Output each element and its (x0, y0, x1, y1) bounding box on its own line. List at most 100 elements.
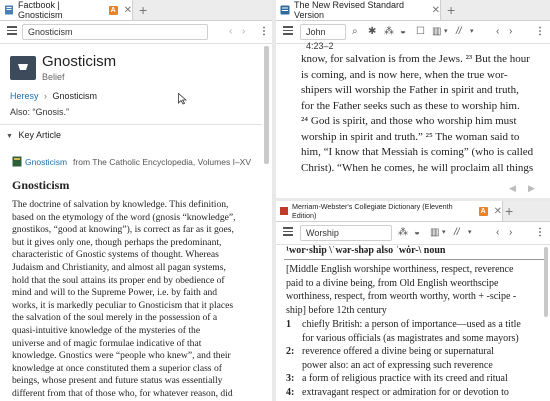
book-columns-icon[interactable]: ▥ (432, 26, 441, 38)
parallel-icon[interactable]: // (456, 26, 462, 38)
new-tab-plus-icon[interactable]: + (505, 203, 513, 219)
definition-number (286, 359, 302, 373)
more-options-icon[interactable]: ⋮ (259, 26, 269, 38)
bible-tab[interactable]: The New Revised Standard Version ✕ (276, 0, 441, 20)
article-line: gnostikos, “good at knowing”), is correc… (12, 224, 234, 236)
bible-tab-title: The New Revised Standard Version (294, 0, 405, 20)
definition-row: 1 chiefly British: a person of importance… (286, 318, 548, 332)
etymology-line: [Middle English worshipe worthiness, res… (286, 264, 514, 275)
highlight-icon[interactable]: ✱ (368, 26, 376, 38)
new-tab-plus-icon[interactable]: + (447, 2, 455, 18)
etymology-line: paid to a divine being, from Old English… (286, 277, 499, 289)
article-line: hold that the soul attains its proper en… (12, 274, 225, 286)
reference-input[interactable]: John 4:23–2 (300, 24, 346, 51)
book-columns-icon[interactable]: ▥ (430, 227, 439, 239)
etymology-line: ship] before 12th century (286, 304, 387, 316)
people-icon[interactable]: ⁂ (398, 227, 408, 239)
close-icon[interactable]: ✕ (432, 5, 440, 16)
dictionary-tab-badge: A (478, 206, 488, 216)
factbook-tabbar: Factbook | Gnosticism A ✕ + (0, 0, 272, 21)
dropdown-chevron-icon[interactable]: ▾ (442, 227, 446, 239)
article-heading: Gnosticism (12, 178, 70, 192)
back-arrow-icon[interactable]: ‹ (496, 227, 499, 239)
definition-row: 4: extravagant respect or admiration for … (286, 386, 548, 400)
factbook-tab[interactable]: Factbook | Gnosticism A ✕ (0, 0, 133, 20)
forward-arrow-icon[interactable]: › (242, 26, 245, 38)
chevron-down-icon: ▼ (6, 133, 13, 140)
factbook-title: Gnosticism (42, 53, 117, 70)
article-link[interactable]: Gnosticism (25, 157, 67, 167)
article-line: mind and will to the Supreme Power, i.e.… (12, 287, 218, 299)
close-icon[interactable]: ✕ (494, 206, 502, 217)
dropdown-chevron-icon[interactable]: ▾ (468, 227, 472, 239)
key-article-label: Key Article (18, 130, 61, 140)
dictionary-rule (284, 259, 546, 260)
dictionary-tab[interactable]: Merriam-Webster's Collegiate Dictionary … (276, 201, 503, 221)
back-arrow-icon[interactable]: ‹ (496, 26, 499, 38)
bible-line: for the Father seeks such as these to wo… (301, 99, 520, 112)
factbook-toolbar: Gnosticism ‹ › ⋮ (0, 21, 272, 44)
bible-panel: The New Revised Standard Version ✕ + Joh… (276, 0, 550, 198)
factbook-subtitle: Belief (42, 72, 65, 82)
definition-number (286, 332, 302, 346)
article-line: knowledge at once constituted them a sup… (12, 362, 222, 374)
search-icon[interactable]: ⌕ (352, 26, 358, 38)
menu-icon[interactable] (7, 26, 17, 35)
new-tab-plus-icon[interactable]: + (139, 2, 147, 18)
article-line: Judaism and Christianity, and almost all… (12, 261, 226, 273)
section-divider (0, 124, 262, 125)
definition-text: a form of religious practice with its cr… (302, 373, 508, 384)
factbook-search-input[interactable]: Gnosticism (22, 24, 208, 40)
dictionary-tabbar: Merriam-Webster's Collegiate Dictionary … (276, 201, 550, 222)
key-article-section-header[interactable]: ▼ Key Article (6, 130, 61, 140)
view-icon[interactable]: ◒ (414, 227, 420, 239)
people-icon[interactable]: ⁂ (384, 26, 394, 38)
definition-text: for various officials (as magistrates an… (302, 332, 519, 344)
article-line: knowledge. Gnostics were “people who kne… (12, 350, 231, 362)
dictionary-tab-title: Merriam-Webster's Collegiate Dictionary … (292, 202, 453, 220)
more-options-icon[interactable]: ⋮ (535, 227, 545, 239)
definition-row: 2: reverence offered a divine being or su… (286, 345, 548, 359)
article-line: beings, whose present and future status … (12, 375, 223, 387)
back-arrow-icon[interactable]: ‹ (229, 26, 232, 38)
breadcrumb-current: Gnosticism (52, 91, 98, 101)
dictionary-etymology: [Middle English worshipe worthiness, res… (286, 263, 548, 317)
definition-number: 4: (286, 386, 295, 398)
bible-line: him, “I know that Messiah is coming” (wh… (301, 146, 534, 158)
article-line: the salvation of the soul merely in the … (12, 312, 218, 324)
definition-number: 3: (286, 373, 295, 384)
bible-line: is coming, and is now here, when the tru… (301, 68, 508, 81)
article-line: based on the etymology of the word (gnos… (12, 211, 236, 223)
dictionary-scrollbar[interactable] (544, 247, 548, 317)
article-line: works, it is markedly peculiar to Gnosti… (12, 299, 234, 311)
article-line: The doctrine of salvation by knowledge. … (12, 199, 229, 210)
belief-icon (10, 56, 36, 80)
page-forward-arrow-icon[interactable]: ▶ (528, 183, 535, 194)
bible-tabbar: The New Revised Standard Version ✕ + (276, 0, 550, 21)
page-back-arrow-icon[interactable]: ◀ (509, 183, 516, 194)
forward-arrow-icon[interactable]: › (509, 26, 512, 38)
dropdown-chevron-icon[interactable]: ▾ (444, 26, 448, 38)
menu-icon[interactable] (283, 227, 293, 236)
article-line: but it gives only one, though perhaps th… (12, 236, 222, 248)
layout-icon[interactable]: ☐ (416, 26, 425, 38)
dictionary-search-input[interactable]: Worship (300, 225, 392, 241)
factbook-panel: Factbook | Gnosticism A ✕ + Gnosticism ‹… (0, 0, 272, 401)
forward-arrow-icon[interactable]: › (509, 227, 512, 239)
article-source: from The Catholic Encyclopedia, Volumes … (73, 156, 252, 167)
close-icon[interactable]: ✕ (124, 5, 132, 16)
more-options-icon[interactable]: ⋮ (535, 26, 545, 38)
factbook-scrollbar[interactable] (264, 46, 269, 164)
article-line: characteristic of Gnostic systems of tho… (12, 249, 219, 261)
parallel-icon[interactable]: // (454, 227, 460, 239)
factbook-tab-badge: A (108, 5, 118, 15)
bible-line: worship in spirit and truth.” ²⁵ The wom… (301, 130, 520, 143)
dropdown-chevron-icon[interactable]: ▾ (470, 26, 474, 38)
view-icon[interactable]: ◒ (400, 26, 406, 38)
menu-icon[interactable] (283, 26, 293, 35)
definition-number: 2: (286, 346, 295, 357)
article-line: universe and of magic formulae indicativ… (12, 337, 202, 349)
breadcrumb-parent-link[interactable]: Heresy (10, 91, 39, 101)
mouse-cursor-icon (178, 93, 187, 105)
also-known-as: Also: “Gnosis.” (10, 107, 70, 117)
